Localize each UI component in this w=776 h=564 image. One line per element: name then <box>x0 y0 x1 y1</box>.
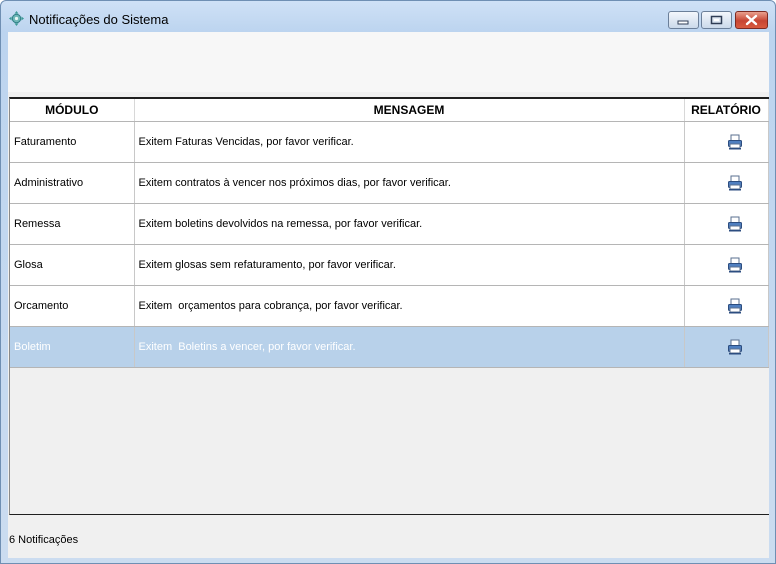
report-cell[interactable] <box>684 285 769 327</box>
module-cell: Faturamento <box>10 121 135 163</box>
minimize-button[interactable] <box>668 11 699 29</box>
notifications-grid[interactable]: MÓDULO MENSAGEM RELATÓRIO Faturamento Ex… <box>9 97 769 515</box>
printer-icon[interactable] <box>727 134 743 150</box>
minimize-icon <box>677 20 689 25</box>
module-cell: Remessa <box>10 203 135 245</box>
message-cell: Exitem orçamentos para cobrança, por fav… <box>134 285 685 327</box>
column-header-message[interactable]: MENSAGEM <box>134 99 685 122</box>
table-row[interactable]: Orcamento Exitem orçamentos para cobranç… <box>10 285 769 327</box>
maximize-button[interactable] <box>701 11 732 29</box>
table-row[interactable]: Administrativo Exitem contratos à vencer… <box>10 162 769 204</box>
module-cell: Glosa <box>10 244 135 286</box>
report-cell[interactable] <box>684 326 769 368</box>
client-area: MÓDULO MENSAGEM RELATÓRIO Faturamento Ex… <box>8 32 769 558</box>
message-cell: Exitem Faturas Vencidas, por favor verif… <box>134 121 685 163</box>
table-row[interactable]: Remessa Exitem boletins devolvidos na re… <box>10 203 769 245</box>
title-bar[interactable]: Notificações do Sistema <box>1 1 775 31</box>
close-button[interactable] <box>735 11 768 29</box>
printer-icon[interactable] <box>727 216 743 232</box>
message-cell: Exitem contratos à vencer nos próximos d… <box>134 162 685 204</box>
printer-icon[interactable] <box>727 339 743 355</box>
message-cell: Exitem Boletins a vencer, por favor veri… <box>134 326 685 368</box>
printer-icon[interactable] <box>727 257 743 273</box>
maximize-icon <box>710 15 723 25</box>
module-cell: Orcamento <box>10 285 135 327</box>
top-panel <box>8 32 769 92</box>
column-header-module[interactable]: MÓDULO <box>10 99 135 122</box>
table-row[interactable]: Boletim Exitem Boletins a vencer, por fa… <box>10 326 769 368</box>
notifications-table: MÓDULO MENSAGEM RELATÓRIO Faturamento Ex… <box>10 99 769 368</box>
module-cell: Administrativo <box>10 162 135 204</box>
module-cell: Boletim <box>10 326 135 368</box>
close-icon <box>745 14 758 26</box>
report-cell[interactable] <box>684 203 769 245</box>
status-count: 6 Notificações <box>9 534 79 546</box>
window-title: Notificações do Sistema <box>29 12 169 27</box>
header-row: MÓDULO MENSAGEM RELATÓRIO <box>10 99 769 122</box>
report-cell[interactable] <box>684 244 769 286</box>
report-cell[interactable] <box>684 162 769 204</box>
column-header-report[interactable]: RELATÓRIO <box>684 99 769 122</box>
table-row[interactable]: Faturamento Exitem Faturas Vencidas, por… <box>10 121 769 163</box>
report-cell[interactable] <box>684 121 769 163</box>
printer-icon[interactable] <box>727 298 743 314</box>
message-cell: Exitem glosas sem refaturamento, por fav… <box>134 244 685 286</box>
printer-icon[interactable] <box>727 175 743 191</box>
table-row[interactable]: Glosa Exitem glosas sem refaturamento, p… <box>10 244 769 286</box>
notifications-window: Notificações do Sistema MÓDULO MENSAGEM … <box>0 0 776 564</box>
message-cell: Exitem boletins devolvidos na remessa, p… <box>134 203 685 245</box>
app-icon <box>9 11 24 26</box>
